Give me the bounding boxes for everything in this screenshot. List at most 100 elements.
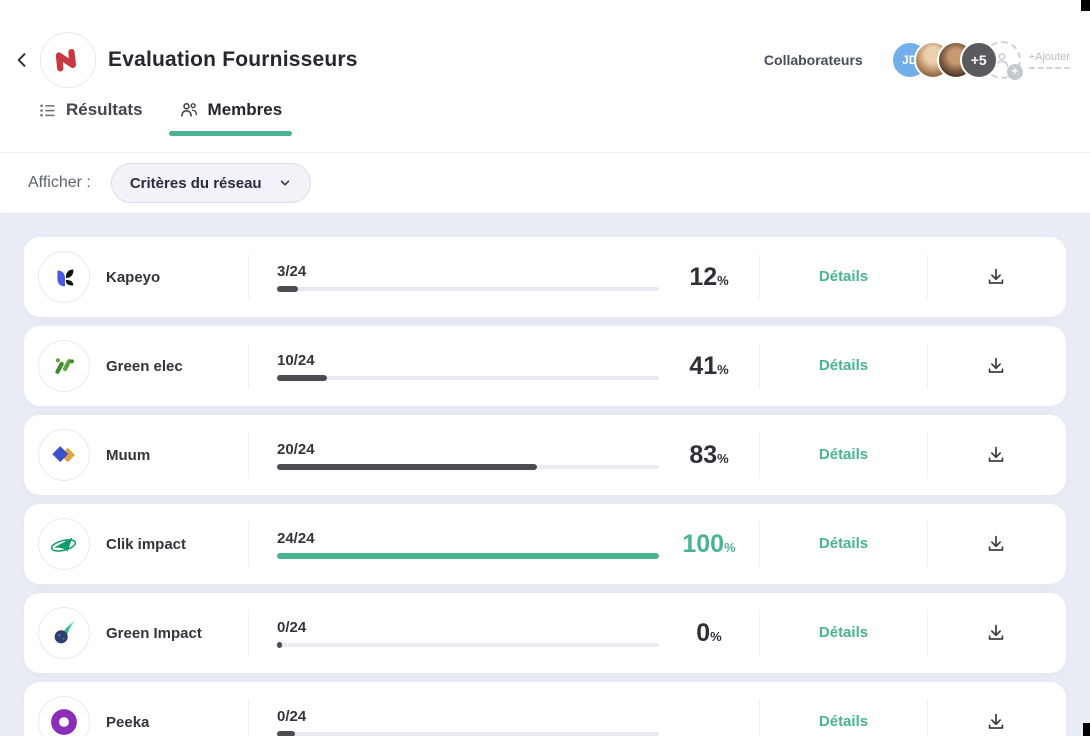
supplier-percent: 100% (659, 530, 759, 559)
supplier-name: Green elec (106, 358, 183, 375)
divider (248, 343, 249, 389)
collaborators-label: Collaborateurs (764, 52, 863, 68)
filter-bar: Afficher : Critères du réseau (0, 152, 1090, 213)
page-title: Evaluation Fournisseurs (108, 48, 358, 72)
divider (248, 254, 249, 300)
tab-resultats-label: Résultats (66, 100, 143, 120)
supplier-logo (38, 696, 90, 736)
supplier-list: Kapeyo 3/24 12% Détails (0, 213, 1090, 736)
progress-bar (277, 287, 659, 291)
people-icon (179, 100, 199, 120)
download-button[interactable] (981, 440, 1011, 470)
filter-dropdown[interactable]: Critères du réseau (111, 163, 311, 203)
score-fraction: 3/24 (277, 263, 659, 280)
green-elec-logo-icon (49, 351, 79, 381)
progress-bar (277, 465, 659, 469)
app-logo (40, 32, 96, 88)
score-fraction: 0/24 (277, 619, 659, 636)
percent-unit: % (710, 629, 722, 644)
score-fraction: 24/24 (277, 530, 659, 547)
download-icon (985, 266, 1007, 288)
supplier-logo (38, 518, 90, 570)
chevron-down-icon (278, 176, 292, 190)
muum-logo-icon (49, 440, 79, 470)
progress-fill (277, 464, 537, 470)
percent-value: 41 (689, 352, 717, 380)
percent-value: 100 (682, 530, 724, 558)
supplier-name: Clik impact (106, 536, 186, 553)
tab-membres[interactable]: Membres (169, 94, 293, 136)
progress-bar (277, 732, 659, 736)
supplier-row: Green Impact 0/24 0% Détails (24, 593, 1066, 673)
add-collaborator-label[interactable]: +Ajouter (1029, 51, 1070, 69)
score-fraction: 20/24 (277, 441, 659, 458)
details-button[interactable]: Détails (819, 268, 868, 285)
download-button[interactable] (981, 351, 1011, 381)
progress-bar (277, 643, 659, 647)
supplier-row: Peeka 0/24 Détails (24, 682, 1066, 736)
details-button[interactable]: Détails (819, 357, 868, 374)
percent-unit: % (717, 273, 729, 288)
divider (248, 610, 249, 656)
tab-bar: Résultats Membres (28, 94, 1090, 136)
supplier-row: Muum 20/24 83% Détails (24, 415, 1066, 495)
top-bar: Evaluation Fournisseurs Collaborateurs J… (0, 0, 1090, 152)
download-icon (985, 711, 1007, 733)
back-button[interactable] (10, 48, 34, 72)
progress-fill (277, 642, 282, 648)
download-button[interactable] (981, 618, 1011, 648)
progress-fill (277, 375, 327, 381)
supplier-row: Green elec 10/24 41% Détails (24, 326, 1066, 406)
download-button[interactable] (981, 707, 1011, 736)
percent-value: 0 (696, 619, 710, 647)
download-button[interactable] (981, 262, 1011, 292)
supplier-percent: 83% (659, 441, 759, 470)
score-fraction: 0/24 (277, 708, 659, 725)
download-icon (985, 444, 1007, 466)
plus-icon: + (1007, 64, 1023, 80)
green-impact-logo-icon (49, 618, 79, 648)
supplier-logo (38, 340, 90, 392)
progress-bar (277, 554, 659, 558)
divider (248, 521, 249, 567)
download-icon (985, 622, 1007, 644)
progress-fill (277, 553, 659, 559)
supplier-logo (38, 607, 90, 659)
percent-value: 12 (689, 263, 717, 291)
screen-corner-mark-bottom (1083, 723, 1090, 736)
percent-unit: % (717, 451, 729, 466)
supplier-name: Green Impact (106, 625, 202, 642)
filter-dropdown-value: Critères du réseau (130, 175, 262, 192)
download-icon (985, 355, 1007, 377)
kapeyo-logo-icon (49, 262, 79, 292)
supplier-percent: 12% (659, 263, 759, 292)
score-fraction: 10/24 (277, 352, 659, 369)
peeka-logo-icon (49, 707, 79, 736)
supplier-row: Kapeyo 3/24 12% Détails (24, 237, 1066, 317)
details-button[interactable]: Détails (819, 624, 868, 641)
divider (248, 699, 249, 736)
supplier-percent: 41% (659, 352, 759, 381)
tab-resultats[interactable]: Résultats (28, 94, 153, 136)
progress-fill (277, 286, 298, 292)
progress-bar (277, 376, 659, 380)
avatar-stack: JD +5 + +Ajouter (891, 41, 1070, 79)
download-button[interactable] (981, 529, 1011, 559)
screen-corner-mark-top (1081, 0, 1090, 11)
list-icon (38, 101, 57, 120)
tab-membres-label: Membres (208, 100, 283, 120)
percent-unit: % (717, 362, 729, 377)
details-button[interactable]: Détails (819, 535, 868, 552)
supplier-row: Clik impact 24/24 100% Détails (24, 504, 1066, 584)
details-button[interactable]: Détails (819, 713, 868, 730)
chevron-left-icon (12, 50, 32, 70)
avatar-more-count[interactable]: +5 (960, 41, 998, 79)
progress-fill (277, 731, 295, 736)
download-icon (985, 533, 1007, 555)
n-logo-icon (49, 41, 86, 78)
details-button[interactable]: Détails (819, 446, 868, 463)
supplier-name: Peeka (106, 714, 149, 731)
clik-impact-logo-icon (49, 529, 79, 559)
filter-label: Afficher : (28, 174, 91, 192)
divider (248, 432, 249, 478)
